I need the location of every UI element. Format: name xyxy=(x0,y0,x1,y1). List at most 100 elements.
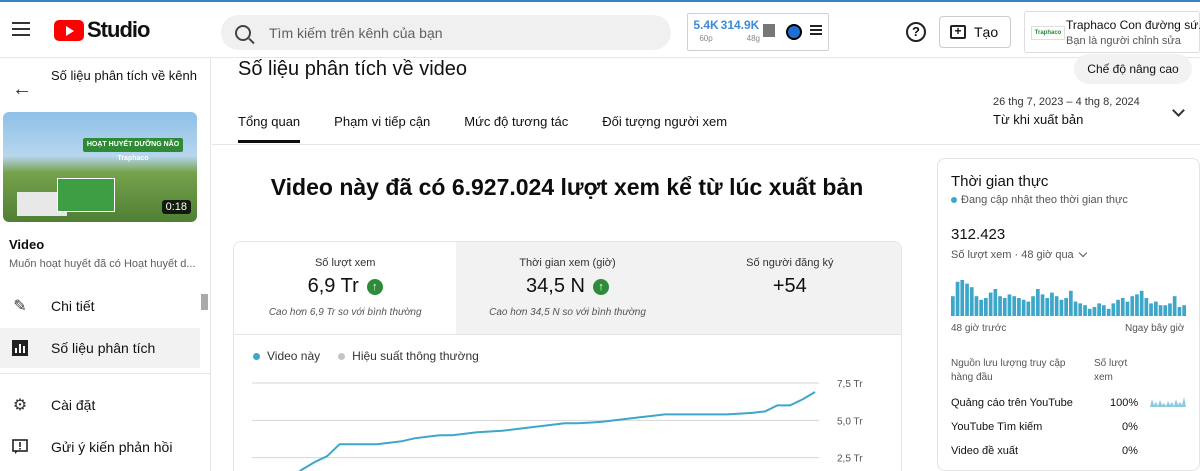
traffic-source-header: Nguồn lưu lượng truy cập hàng đầu xyxy=(951,358,1066,383)
realtime-bar[interactable] xyxy=(1078,303,1083,316)
stat-value: 314.9K xyxy=(720,18,760,32)
realtime-bar[interactable] xyxy=(1087,308,1092,316)
realtime-bar[interactable] xyxy=(1120,298,1125,316)
metric-value-row: +54 xyxy=(679,275,901,298)
realtime-bar[interactable] xyxy=(1135,294,1139,316)
views-headline: Video này đã có 6.927.024 lượt xem kể từ… xyxy=(270,174,864,200)
realtime-bar[interactable] xyxy=(974,296,979,316)
realtime-bar[interactable] xyxy=(1059,299,1064,316)
realtime-bar[interactable] xyxy=(1007,294,1012,316)
realtime-bar[interactable] xyxy=(1177,307,1182,316)
advanced-mode-button[interactable]: Chế độ nâng cao xyxy=(1074,54,1192,84)
realtime-bar[interactable] xyxy=(1163,305,1168,316)
realtime-bar[interactable] xyxy=(1106,308,1111,316)
hamburger-menu-icon[interactable] xyxy=(12,22,30,36)
realtime-bar[interactable] xyxy=(1040,294,1045,316)
studio-logo[interactable]: Studio xyxy=(54,17,150,43)
realtime-bar[interactable] xyxy=(1182,305,1186,316)
back-arrow-icon[interactable]: ← xyxy=(12,78,32,101)
realtime-bar[interactable] xyxy=(1154,301,1158,316)
realtime-bar[interactable] xyxy=(1064,298,1068,316)
video-thumbnail[interactable]: HOẠT HUYẾT DƯỠNG NÃO Traphaco 0:18 xyxy=(3,112,197,222)
metric-value-row: 34,5 N ↑ xyxy=(456,275,678,298)
realtime-bar[interactable] xyxy=(1026,301,1031,316)
back-to-channel-analytics[interactable]: Số liệu phân tích về kênh xyxy=(51,66,201,86)
realtime-subtitle: Đang cập nhật theo thời gian thực xyxy=(961,194,1128,206)
realtime-bar[interactable] xyxy=(1092,307,1097,316)
views-line-chart[interactable]: 7,5 Tr 5,0 Tr 2,5 Tr xyxy=(233,370,902,471)
extension-menu-icon[interactable] xyxy=(810,25,822,35)
realtime-bar[interactable] xyxy=(1130,296,1135,316)
realtime-bar[interactable] xyxy=(1144,298,1149,316)
channel-switcher[interactable]: Traphaco Traphaco Con đường sứ... Bạn là… xyxy=(1024,11,1200,53)
realtime-bar[interactable] xyxy=(1111,303,1116,316)
realtime-bar[interactable] xyxy=(979,299,983,316)
y-tick-label: 5,0 Tr xyxy=(837,416,863,427)
tab-audience[interactable]: Đối tượng người xem xyxy=(602,114,727,143)
realtime-bar[interactable] xyxy=(969,287,974,316)
realtime-bar[interactable] xyxy=(1002,298,1007,316)
realtime-bar[interactable] xyxy=(1083,305,1087,316)
realtime-bar[interactable] xyxy=(1050,292,1054,316)
help-icon[interactable]: ? xyxy=(906,22,926,42)
realtime-bar[interactable] xyxy=(984,298,988,316)
stat-label: 48g xyxy=(746,34,760,43)
create-label: Tạo xyxy=(974,24,999,40)
realtime-metric-select[interactable]: Số lượt xem · 48 giờ qua xyxy=(951,248,1087,261)
realtime-bar[interactable] xyxy=(1097,303,1101,316)
stat-60p: 5.4K 60p xyxy=(692,18,720,43)
realtime-bar[interactable] xyxy=(960,280,965,316)
realtime-bar[interactable] xyxy=(1054,296,1059,316)
realtime-bar[interactable] xyxy=(1031,296,1035,316)
realtime-bar-chart[interactable] xyxy=(951,280,1187,316)
chevron-down-icon[interactable] xyxy=(1172,104,1185,117)
extension-play-icon[interactable] xyxy=(786,24,802,40)
realtime-bar[interactable] xyxy=(951,296,955,316)
sidebar-item-analytics[interactable]: Số liệu phân tích xyxy=(0,328,200,368)
tab-overview[interactable]: Tổng quan xyxy=(238,114,301,143)
realtime-bar[interactable] xyxy=(988,292,993,316)
sidebar-item-settings[interactable]: ⚙ Cài đặt xyxy=(0,385,200,425)
traffic-source-pct: 100% xyxy=(1110,397,1139,409)
tab-reach[interactable]: Phạm vi tiếp cận xyxy=(334,114,430,143)
realtime-bar[interactable] xyxy=(965,283,969,316)
realtime-bar[interactable] xyxy=(1073,301,1078,316)
metric-views[interactable]: Số lượt xem 6,9 Tr ↑ Cao hơn 6,9 Tr so vớ… xyxy=(234,242,457,334)
realtime-bar[interactable] xyxy=(1149,303,1153,316)
tab-engagement[interactable]: Mức độ tương tác xyxy=(464,114,568,143)
realtime-subtitle-row: Đang cập nhật theo thời gian thực xyxy=(951,194,1128,206)
series-line-this-video[interactable] xyxy=(252,391,816,471)
extension-stats[interactable]: 5.4K 60p 314.9K 48g xyxy=(687,13,829,51)
realtime-bar[interactable] xyxy=(1139,290,1144,316)
realtime-bar[interactable] xyxy=(1036,289,1040,316)
realtime-bar[interactable] xyxy=(998,296,1002,316)
create-button[interactable]: + Tạo xyxy=(939,16,1011,48)
sidebar-item-details[interactable]: ✎ Chi tiết xyxy=(0,286,200,326)
sidebar-scrollbar[interactable] xyxy=(201,294,208,310)
realtime-bar[interactable] xyxy=(1172,296,1177,316)
realtime-bar[interactable] xyxy=(1012,296,1017,316)
realtime-bar[interactable] xyxy=(993,289,998,316)
realtime-bar[interactable] xyxy=(1125,301,1130,316)
search-icon[interactable] xyxy=(235,24,251,41)
metric-subscribers[interactable]: Số người đăng ký +54 xyxy=(678,242,901,334)
realtime-bar[interactable] xyxy=(1069,290,1073,316)
metric-watch-time[interactable]: Thời gian xem (giờ) 34,5 N ↑ Cao hơn 34,5… xyxy=(456,242,679,334)
search-input[interactable] xyxy=(269,24,649,41)
sidebar-item-feedback[interactable]: Gửi ý kiến phản hồi xyxy=(0,427,200,467)
realtime-bar[interactable] xyxy=(1021,299,1026,316)
search-bar[interactable] xyxy=(221,15,671,50)
realtime-bar[interactable] xyxy=(955,281,960,316)
legend-typical: Hiệu suất thông thường xyxy=(352,349,479,363)
date-range[interactable]: 26 thg 7, 2023 – 4 thg 8, 2024 xyxy=(993,96,1140,108)
realtime-bar[interactable] xyxy=(1168,303,1172,316)
sidebar-item-label: Gửi ý kiến phản hồi xyxy=(51,439,173,455)
realtime-bar[interactable] xyxy=(1102,305,1106,316)
realtime-bar[interactable] xyxy=(1017,298,1021,316)
realtime-bar[interactable] xyxy=(1045,298,1050,316)
realtime-bar[interactable] xyxy=(1158,305,1163,316)
bar-chart-icon[interactable] xyxy=(763,24,775,37)
realtime-bar[interactable] xyxy=(1116,299,1120,316)
logo-text: Studio xyxy=(87,17,150,42)
date-range-label[interactable]: Từ khi xuất bản xyxy=(993,112,1083,127)
